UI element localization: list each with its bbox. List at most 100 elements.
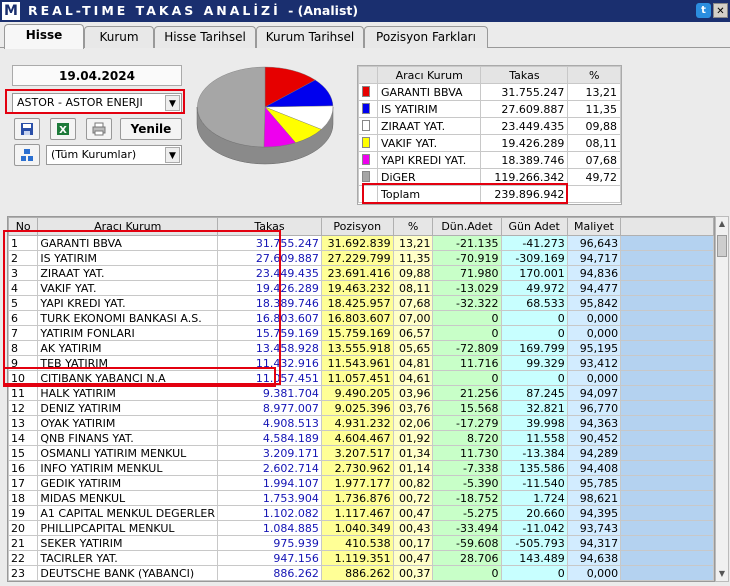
cell-dun-adet: -18.752 [432, 490, 502, 506]
summary-row: IS YATIRIM 27.609.887 11,35 [358, 100, 621, 118]
summary-header-takas: Takas [480, 66, 569, 84]
summary-pct: 08,11 [567, 134, 621, 152]
col-header-gun-adet[interactable]: Gün Adet [500, 217, 568, 236]
cell-filler [620, 325, 714, 341]
cell-maliyet: 93,412 [566, 355, 622, 371]
cell-kurum: DENIZ YATIRIM [37, 400, 219, 416]
table-row[interactable]: 19 A1 CAPITAL MENKUL DEGERLER 1.102.082 1.1… [8, 505, 714, 521]
scroll-thumb[interactable] [717, 235, 727, 257]
cell-maliyet: 95,195 [566, 340, 622, 356]
cell-filler [620, 400, 714, 416]
cell-dun-adet: -70.919 [432, 250, 502, 266]
cell-dun-adet: -7.338 [432, 460, 502, 476]
table-row[interactable]: 23 DEUTSCHE BANK (YABANCI) 886.262 886.262 0… [8, 565, 714, 581]
cell-gun-adet: 170.001 [500, 265, 568, 281]
cell-dun-adet: 0 [432, 325, 502, 341]
cell-takas: 8.977.007 [217, 400, 322, 416]
tab-pozisyon-farklari[interactable]: Pozisyon Farkları [364, 26, 488, 48]
cell-maliyet: 94,317 [566, 535, 622, 551]
table-row[interactable]: 21 SEKER YATIRIM 975.939 410.538 00,17 -59.60… [8, 535, 714, 551]
cell-takas: 975.939 [217, 535, 322, 551]
table-row[interactable]: 12 DENIZ YATIRIM 8.977.007 9.025.396 03,76 15… [8, 400, 714, 416]
window-title-text: REAL-TIME TAKAS ANALİZİ [28, 3, 281, 18]
table-row[interactable]: 14 QNB FINANS YAT. 4.584.189 4.604.467 01,92… [8, 430, 714, 446]
cell-no: 15 [8, 445, 39, 461]
col-header-pct[interactable]: % [392, 217, 434, 236]
cell-dun-adet: 0 [432, 370, 502, 386]
cell-pozisyon: 1.977.177 [320, 475, 394, 491]
scroll-down-icon[interactable]: ▼ [716, 567, 728, 581]
col-header-dun-adet[interactable]: Dün.Adet [432, 217, 502, 236]
chevron-down-icon[interactable]: ▼ [165, 147, 180, 163]
refresh-button[interactable]: Yenile [120, 118, 182, 140]
cell-takas: 1.084.885 [217, 520, 322, 536]
cell-no: 23 [8, 565, 39, 581]
cell-pozisyon: 23.691.416 [320, 265, 394, 281]
cell-pozisyon: 11.057.451 [320, 370, 394, 386]
col-header-maliyet[interactable]: Maliyet [566, 217, 622, 236]
cell-pct: 05,65 [392, 340, 434, 356]
cell-pozisyon: 9.490.205 [320, 385, 394, 401]
table-row[interactable]: 22 TACIRLER YAT. 947.156 1.119.351 00,47 28.7… [8, 550, 714, 566]
col-header-pozisyon[interactable]: Pozisyon [320, 217, 394, 236]
cell-maliyet: 94,477 [566, 280, 622, 296]
cell-dun-adet: 11.716 [432, 355, 502, 371]
cell-dun-adet: 15.568 [432, 400, 502, 416]
cell-pct: 01,92 [392, 430, 434, 446]
cell-pct: 01,14 [392, 460, 434, 476]
table-row[interactable]: 20 PHILLIPCAPITAL MENKUL 1.084.885 1.040.34… [8, 520, 714, 536]
institutions-icon[interactable] [14, 144, 40, 166]
cell-gun-adet: 143.489 [500, 550, 568, 566]
cell-takas: 9.381.704 [217, 385, 322, 401]
cell-pct: 00,72 [392, 490, 434, 506]
cell-dun-adet: 71.980 [432, 265, 502, 281]
table-row[interactable]: 16 INFO YATIRIM MENKUL 2.602.714 2.730.962 0… [8, 460, 714, 476]
tab-hisse[interactable]: Hisse [4, 24, 84, 49]
tab-kurum-tarihsel[interactable]: Kurum Tarihsel [256, 26, 364, 48]
scroll-up-icon[interactable]: ▲ [716, 217, 728, 231]
table-row[interactable]: 17 GEDIK YATIRIM 1.994.107 1.977.177 00,82 -5… [8, 475, 714, 491]
cell-filler [620, 370, 714, 386]
cell-no: 13 [8, 415, 39, 431]
print-icon[interactable] [86, 118, 112, 140]
tab-kurum[interactable]: Kurum [84, 26, 154, 48]
table-row[interactable]: 11 HALK YATIRIM 9.381.704 9.490.205 03,96 21.… [8, 385, 714, 401]
summary-takas: 27.609.887 [480, 100, 569, 118]
cell-pct: 00,43 [392, 520, 434, 536]
institution-filter-value: (Tüm Kurumlar) [51, 148, 137, 161]
excel-icon[interactable]: X [50, 118, 76, 140]
summary-color-swatch [358, 100, 378, 118]
vertical-scrollbar[interactable]: ▲ ▼ [715, 216, 729, 582]
cell-dun-adet: -17.279 [432, 415, 502, 431]
cell-filler [620, 460, 714, 476]
cell-filler [620, 340, 714, 356]
cell-kurum: OSMANLI YATIRIM MENKUL [37, 445, 219, 461]
cell-gun-adet: 20.660 [500, 505, 568, 521]
cell-filler [620, 250, 714, 266]
cell-pct: 13,21 [392, 235, 434, 251]
cell-kurum: DEUTSCHE BANK (YABANCI) [37, 565, 219, 581]
cell-filler [620, 310, 714, 326]
cell-dun-adet: -32.322 [432, 295, 502, 311]
cell-no: 14 [8, 430, 39, 446]
title-bar: M REAL-TIME TAKAS ANALİZİ - (Analist) t … [0, 0, 730, 22]
cell-filler [620, 385, 714, 401]
cell-gun-adet: 32.821 [500, 400, 568, 416]
cell-maliyet: 98,621 [566, 490, 622, 506]
cell-dun-adet: 28.706 [432, 550, 502, 566]
cell-gun-adet: 135.586 [500, 460, 568, 476]
tab-hisse-tarihsel[interactable]: Hisse Tarihsel [154, 26, 256, 48]
table-row[interactable]: 18 MIDAS MENKUL 1.753.904 1.736.876 00,72 -18… [8, 490, 714, 506]
summary-takas: 19.426.289 [480, 134, 569, 152]
save-icon[interactable] [14, 118, 40, 140]
cell-gun-adet: 87.245 [500, 385, 568, 401]
table-row[interactable]: 13 OYAK YATIRIM 4.908.513 4.931.232 02,06 -17… [8, 415, 714, 431]
close-icon[interactable]: ✕ [713, 3, 728, 18]
cell-kurum: PHILLIPCAPITAL MENKUL [37, 520, 219, 536]
cell-kurum: QNB FINANS YAT. [37, 430, 219, 446]
cell-dun-adet: 21.256 [432, 385, 502, 401]
twitter-icon[interactable]: t [696, 3, 711, 18]
table-row[interactable]: 15 OSMANLI YATIRIM MENKUL 3.209.171 3.207.5… [8, 445, 714, 461]
summary-row: GARANTI BBVA 31.755.247 13,21 [358, 83, 621, 101]
institution-filter-select[interactable]: (Tüm Kurumlar) ▼ [46, 145, 182, 165]
